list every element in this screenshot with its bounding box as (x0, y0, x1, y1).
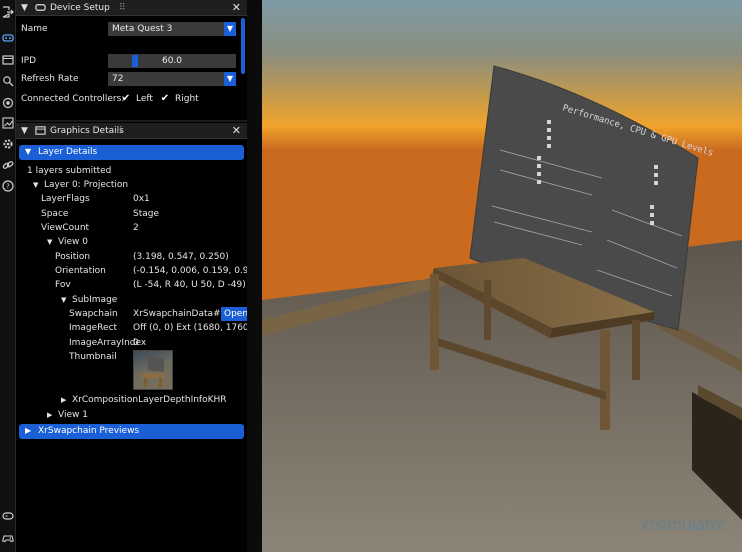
right-controller-checkbox[interactable]: ✔ (159, 93, 171, 105)
help-icon[interactable]: ? (2, 180, 14, 192)
3d-viewport[interactable]: Performance, CPU & GPU Levels xrsimulato… (262, 0, 742, 552)
fov-value: (L -54, R 40, U 50, D -49) (133, 280, 246, 290)
settings-icon[interactable] (2, 138, 14, 150)
open-swapchain-button[interactable]: Open (221, 307, 247, 321)
orientation-value: (-0.154, 0.006, 0.159, 0.975) (133, 266, 264, 276)
orientation-label: Orientation (55, 266, 106, 276)
watermark-logo: xrsimulator (640, 515, 726, 534)
link-icon[interactable] (2, 159, 14, 171)
ipd-label: IPD (21, 56, 37, 66)
window-icon[interactable] (2, 54, 14, 66)
image-array-index-value: 0 (133, 338, 139, 348)
expand-arrow-icon[interactable]: ▼ (61, 296, 66, 304)
target-icon[interactable] (2, 97, 14, 109)
position-label: Position (55, 252, 91, 262)
depth-info-node[interactable]: XrCompositionLayerDepthInfoKHR (72, 395, 227, 405)
window-icon (35, 125, 46, 136)
panel-splitter[interactable] (247, 0, 262, 552)
chart-icon[interactable] (2, 117, 14, 129)
device-name-value: Meta Quest 3 (112, 24, 173, 34)
thumbnail-label: Thumbnail (69, 352, 117, 362)
gamepad-icon[interactable] (2, 532, 14, 544)
swapchain-previews-header[interactable]: ▶ XrSwapchain Previews (19, 424, 244, 439)
expand-arrow-icon: ▶ (25, 426, 32, 435)
graphics-details-panel: ▼ Graphics Details ⠿ ✕ ▼ Layer Details 1… (16, 123, 264, 552)
subimage-node[interactable]: SubImage (72, 295, 117, 305)
swapchain-thumbnail[interactable] (133, 350, 173, 390)
left-controller-checkbox[interactable]: ✔ (120, 93, 132, 105)
expand-arrow-icon[interactable]: ▼ (33, 181, 38, 189)
swapchain-label: Swapchain (69, 309, 118, 319)
panel-title: Graphics Details (50, 126, 124, 136)
svg-text:?: ? (6, 183, 10, 191)
device-setup-scrollbar[interactable] (241, 18, 245, 74)
view1-node[interactable]: View 1 (58, 410, 88, 420)
layer-details-label: Layer Details (38, 147, 98, 157)
view-count-label: ViewCount (41, 223, 90, 233)
drag-grip-icon[interactable]: ⠿ (116, 126, 123, 136)
device-name-select[interactable]: Meta Quest 3 ▼ (108, 22, 236, 36)
chevron-down-icon[interactable]: ▼ (224, 72, 236, 86)
collapse-arrow-icon[interactable]: ▼ (21, 3, 28, 13)
side-toolbar: ? (0, 0, 16, 552)
expand-arrow-icon: ▼ (25, 147, 32, 156)
device-setup-titlebar[interactable]: ▼ Device Setup ⠿ ✕ (16, 0, 247, 16)
ipd-slider[interactable]: 60.0 (108, 54, 236, 68)
expand-arrow-icon[interactable]: ▼ (47, 238, 52, 246)
refresh-rate-select[interactable]: 72 ▼ (108, 72, 236, 86)
connected-controllers-label: Connected Controllers: (21, 94, 125, 104)
space-value: Stage (133, 209, 160, 219)
bottom-toolbar (0, 506, 16, 552)
controller-icon[interactable] (2, 510, 14, 522)
ipd-value: 60.0 (161, 56, 183, 66)
layer0-node[interactable]: Layer 0: Projection (44, 180, 128, 190)
image-rect-label: ImageRect (69, 323, 118, 333)
chevron-down-icon[interactable]: ▼ (224, 22, 236, 36)
layer-flags-label: LayerFlags (41, 194, 90, 204)
collapse-arrow-icon[interactable]: ▼ (21, 126, 28, 136)
space-label: Space (41, 209, 69, 219)
swapchain-value: XrSwapchainData#28 (133, 309, 233, 319)
device-setup-panel: ▼ Device Setup ⠿ ✕ Name Meta Quest 3 ▼ I… (16, 0, 247, 122)
left-controller-label: Left (136, 94, 153, 104)
image-rect-value: Off (0, 0) Ext (1680, 1760) (133, 323, 253, 333)
exit-icon[interactable] (2, 6, 14, 18)
close-icon[interactable]: ✕ (232, 124, 241, 137)
close-icon[interactable]: ✕ (232, 1, 241, 14)
layer-details-header[interactable]: ▼ Layer Details (19, 145, 244, 160)
right-controller-label: Right (175, 94, 199, 104)
refresh-rate-label: Refresh Rate (21, 74, 79, 84)
view-count-value: 2 (133, 223, 139, 233)
layers-submitted-text: 1 layers submitted (27, 166, 112, 176)
scene-render: Performance, CPU & GPU Levels (262, 0, 742, 552)
expand-arrow-icon[interactable]: ▶ (61, 396, 66, 404)
fov-label: Fov (55, 280, 71, 290)
gamepad-search-icon[interactable] (2, 75, 14, 87)
headset-icon (35, 2, 46, 13)
position-value: (3.198, 0.547, 0.250) (133, 252, 229, 262)
graphics-details-titlebar[interactable]: ▼ Graphics Details ⠿ ✕ (16, 123, 247, 139)
panel-title: Device Setup (50, 3, 110, 13)
expand-arrow-icon[interactable]: ▶ (47, 411, 52, 419)
name-label: Name (21, 24, 48, 34)
swapchain-previews-label: XrSwapchain Previews (38, 426, 140, 436)
refresh-rate-value: 72 (112, 74, 124, 84)
layer-flags-value: 0x1 (133, 194, 150, 204)
view0-node[interactable]: View 0 (58, 237, 88, 247)
headset-icon[interactable] (2, 32, 14, 44)
drag-grip-icon[interactable]: ⠿ (119, 3, 126, 13)
